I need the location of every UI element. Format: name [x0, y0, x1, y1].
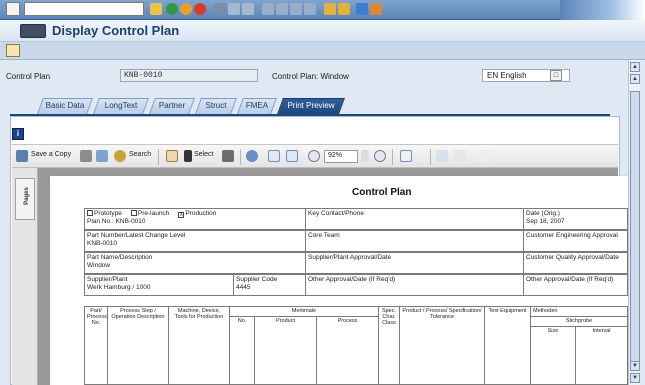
zoom-level-field[interactable]: 92% — [324, 150, 358, 163]
command-field[interactable] — [24, 2, 144, 16]
th-interval: Interval — [575, 326, 628, 385]
save-copy-icon[interactable] — [16, 150, 28, 162]
document-title: Control Plan — [352, 187, 412, 198]
save-copy-button[interactable]: Save a Copy — [31, 151, 71, 158]
tab-fmea[interactable]: FMEA — [237, 98, 277, 114]
separator — [240, 149, 241, 165]
other-approval-cell-2: Other Approval/Date (If Req'd) — [523, 274, 628, 296]
rotate-icon[interactable] — [454, 150, 466, 162]
scrollbar-thumb[interactable] — [630, 91, 640, 371]
next-page-icon[interactable] — [290, 3, 302, 15]
enter-icon[interactable] — [6, 2, 20, 16]
pdf-toolbar: Save a Copy Search Select 92% — [12, 144, 618, 168]
search-icon[interactable] — [114, 150, 126, 162]
print-icon[interactable] — [214, 3, 226, 15]
scroll-up-icon[interactable]: ▲ — [630, 62, 640, 72]
language-help-icon[interactable]: □ — [550, 70, 562, 81]
th-spec-char-class: Spec. Char. Class — [378, 306, 400, 385]
th-test-equipment: Test Equipment — [484, 306, 531, 385]
tab-basic-data[interactable]: Basic Data — [37, 98, 93, 114]
select-tool-icon[interactable] — [184, 150, 192, 162]
control-plan-field[interactable]: KNB-0010 — [120, 69, 258, 82]
date-cell: Date (Orig.) Sep 18, 2007 — [523, 208, 628, 230]
previous-page-icon[interactable] — [276, 3, 288, 15]
shortcut-icon[interactable] — [338, 3, 350, 15]
snapshot-icon[interactable] — [222, 150, 234, 162]
other-approval-cell: Other Approval/Date (If Req'd) — [305, 274, 524, 296]
sign-icon[interactable] — [436, 150, 448, 162]
plan-number: Plan No.: KNB-0010 — [87, 218, 146, 225]
supplier-approval-cell: Supplier/Plant Approval/Date — [305, 252, 524, 274]
zoom-dropdown-icon[interactable] — [361, 150, 369, 162]
production-checkbox: X — [178, 212, 185, 218]
zoom-in-icon[interactable] — [374, 150, 386, 162]
info-icon[interactable]: i — [12, 128, 24, 140]
control-plan-description: Control Plan: Window — [272, 72, 349, 81]
part-number-cell: Part Number/Latest Change Level KNB-0010 — [84, 230, 306, 252]
customer-quality-cell: Customer Quality Approval/Date — [523, 252, 628, 274]
find-next-icon[interactable] — [242, 3, 254, 15]
core-team-cell: Core Team — [305, 230, 524, 252]
th-part-process-no: Part/ Process No. — [84, 306, 108, 385]
th-machine-device: Machine, Device, Tools for Production — [168, 306, 230, 385]
help-icon[interactable] — [356, 3, 368, 15]
th-process-step: Process Step / Operation Description — [107, 306, 169, 385]
prelaunch-checkbox — [130, 210, 137, 216]
separator — [430, 149, 431, 165]
fit-page-icon[interactable] — [268, 150, 280, 162]
vertical-scrollbar[interactable]: ▲ ▲ ▼ ▼ — [628, 60, 640, 385]
separator — [158, 149, 159, 165]
plan-type-cell: Prototype Pre-launch X Production Plan No… — [84, 208, 306, 230]
key-contact-cell: Key Contact/Phone — [305, 208, 524, 230]
th-size: Size — [530, 326, 576, 385]
create-session-icon[interactable] — [324, 3, 336, 15]
title-bar: Display Control Plan — [0, 20, 645, 42]
system-toolbar — [0, 0, 645, 20]
back-icon[interactable] — [166, 3, 178, 15]
page-display-icon[interactable] — [400, 150, 412, 162]
customer-engineering-cell: Customer Engineering Approval — [523, 230, 628, 252]
th-no: No. — [229, 316, 255, 385]
tab-struct[interactable]: Struct — [195, 98, 237, 114]
scroll-page-up-icon[interactable]: ▲ — [630, 74, 640, 84]
hand-tool-icon[interactable] — [166, 150, 178, 162]
separator — [392, 149, 393, 165]
comment-icon[interactable] — [480, 150, 492, 162]
email-icon[interactable] — [96, 150, 108, 162]
sap-logo-area — [560, 0, 645, 20]
tab-print-preview[interactable]: Print Preview — [277, 98, 345, 114]
save-icon[interactable] — [150, 3, 162, 15]
scroll-page-down-icon[interactable]: ▼ — [630, 361, 640, 371]
first-page-icon[interactable] — [262, 3, 274, 15]
tab-longtext[interactable]: LongText — [93, 98, 149, 114]
prototype-checkbox — [87, 210, 93, 216]
select-button[interactable]: Select — [194, 151, 213, 158]
th-process: Process — [316, 316, 379, 385]
control-plan-label: Control Plan — [6, 72, 51, 81]
exit-icon[interactable] — [180, 3, 192, 15]
search-button[interactable]: Search — [129, 151, 151, 158]
find-icon[interactable] — [228, 3, 240, 15]
th-product: Product — [254, 316, 317, 385]
th-specification-tolerance: Product / Process/ Specification/ Tolera… — [399, 306, 485, 385]
zoom-out-icon[interactable] — [308, 150, 320, 162]
application-toolbar — [0, 42, 645, 60]
pages-tab[interactable]: Pages — [15, 178, 35, 220]
part-name-cell: Part Name/Description Window — [84, 252, 306, 274]
fit-width-icon[interactable] — [286, 150, 298, 162]
print-icon[interactable] — [80, 150, 92, 162]
cancel-icon[interactable] — [194, 3, 206, 15]
scroll-down-icon[interactable]: ▼ — [630, 373, 640, 383]
zoom-icon[interactable] — [246, 150, 258, 162]
display-change-icon[interactable] — [6, 44, 20, 57]
display-mode-icon[interactable] — [20, 24, 46, 38]
supplier-code-cell: Supplier Code 4445 — [233, 274, 306, 296]
supplier-plant-cell: Supplier/Plant Werk Hamburg / 1000 — [84, 274, 234, 296]
page-title: Display Control Plan — [52, 23, 180, 38]
last-page-icon[interactable] — [304, 3, 316, 15]
tab-partner[interactable]: Partner — [149, 98, 195, 114]
layout-icon[interactable] — [370, 3, 382, 15]
